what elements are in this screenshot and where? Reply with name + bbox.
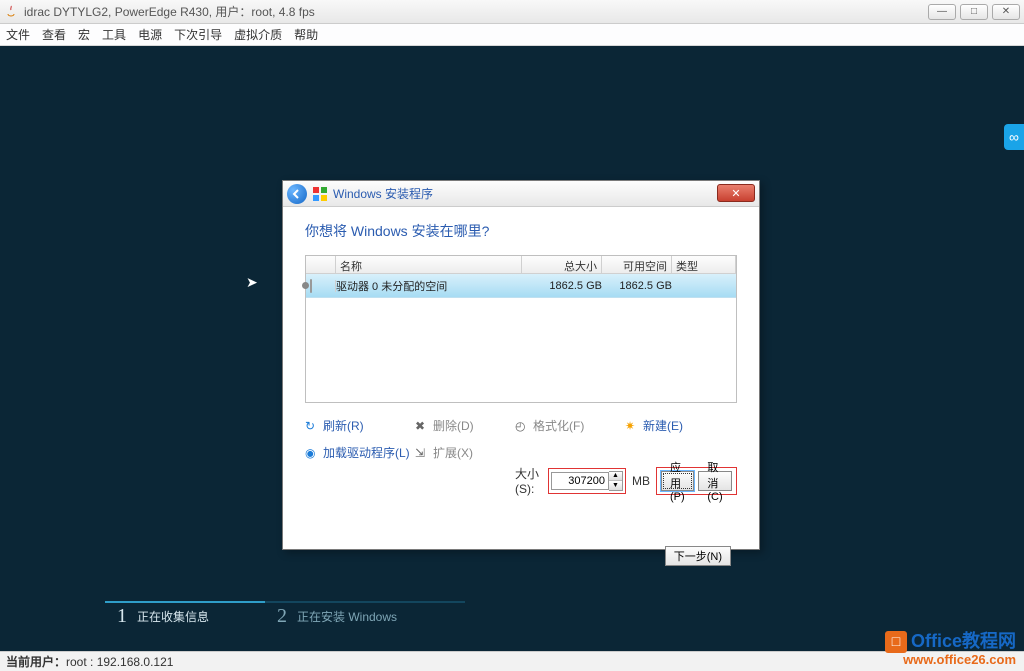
- close-button[interactable]: ✕: [992, 4, 1020, 20]
- side-tab[interactable]: ∞: [1004, 124, 1024, 150]
- idrac-menubar: 文件 查看 宏 工具 电源 下次引导 虚拟介质 帮助: [0, 24, 1024, 46]
- windows-flag-icon: [313, 187, 327, 201]
- back-button[interactable]: [287, 184, 307, 204]
- extend-icon: ⇲: [415, 446, 429, 460]
- idrac-titlebar: idrac DYTYLG2, PowerEdge R430, 用户：root, …: [0, 0, 1024, 24]
- size-row: 大小(S): ▲ ▼ MB 应用(P) 取消(C): [305, 465, 737, 496]
- watermark-line1: Office教程网: [911, 632, 1016, 652]
- windows-setup-dialog: Windows 安装程序 ✕ 你想将 Windows 安装在哪里? 名称 总大小…: [282, 180, 760, 550]
- extend-label: 扩展(X): [433, 444, 473, 461]
- load-driver-icon: ◉: [305, 446, 319, 460]
- step-1: 1 正在收集信息: [105, 601, 265, 629]
- new-label: 新建(E): [643, 417, 683, 434]
- delete-icon: ✖: [415, 419, 429, 433]
- size-input[interactable]: [551, 472, 609, 490]
- new-action[interactable]: ✷ 新建(E): [625, 417, 745, 434]
- menu-view[interactable]: 查看: [42, 26, 66, 43]
- size-label: 大小(S):: [515, 465, 542, 496]
- spin-down-icon[interactable]: ▼: [609, 481, 622, 490]
- menu-help[interactable]: 帮助: [294, 26, 318, 43]
- load-driver-label: 加载驱动程序(L): [323, 444, 410, 461]
- size-unit: MB: [632, 474, 650, 488]
- refresh-icon: ↻: [305, 419, 319, 433]
- menu-nextboot[interactable]: 下次引导: [174, 26, 222, 43]
- disk-free: 1862.5 GB: [602, 280, 672, 292]
- maximize-button[interactable]: □: [960, 4, 988, 20]
- apply-cancel-highlight: 应用(P) 取消(C): [656, 467, 737, 495]
- dialog-titlebar: Windows 安装程序 ✕: [283, 181, 759, 207]
- java-icon: [4, 5, 18, 19]
- menu-tools[interactable]: 工具: [102, 26, 126, 43]
- disk-name: 驱动器 0 未分配的空间: [336, 278, 522, 294]
- refresh-action[interactable]: ↻ 刷新(R): [305, 417, 415, 434]
- cancel-button[interactable]: 取消(C): [698, 471, 732, 491]
- size-input-highlight: ▲ ▼: [548, 468, 626, 494]
- disk-table-header: 名称 总大小 可用空间 类型: [306, 256, 736, 274]
- minimize-button[interactable]: —: [928, 4, 956, 20]
- dialog-title: Windows 安装程序: [333, 185, 433, 202]
- delete-action[interactable]: ✖ 删除(D): [415, 417, 515, 434]
- watermark-line2: www.office26.com: [885, 653, 1016, 667]
- watermark: □ Office教程网 www.office26.com: [885, 631, 1016, 667]
- col-name[interactable]: 名称: [336, 256, 522, 273]
- remote-console: ➤ Windows 安装程序 ✕ 你想将 Windows 安装在哪里? 名称 总…: [0, 46, 1024, 651]
- step-2-label: 正在安装 Windows: [297, 608, 397, 625]
- disk-total: 1862.5 GB: [522, 280, 602, 292]
- menu-macro[interactable]: 宏: [78, 26, 90, 43]
- mouse-cursor-icon: ➤: [246, 274, 258, 291]
- step-1-number: 1: [117, 605, 127, 628]
- size-spinner[interactable]: ▲ ▼: [609, 471, 623, 491]
- delete-label: 删除(D): [433, 417, 474, 434]
- install-steps: 1 正在收集信息 2 正在安装 Windows: [105, 601, 913, 629]
- col-free[interactable]: 可用空间: [602, 256, 672, 273]
- disk-actions: ↻ 刷新(R) ✖ 删除(D) ◴ 格式化(F) ✷ 新建(E) ◉ 加载驱: [305, 417, 737, 461]
- watermark-logo-icon: □: [885, 631, 907, 653]
- refresh-label: 刷新(R): [323, 417, 364, 434]
- format-icon: ◴: [515, 419, 529, 433]
- apply-button[interactable]: 应用(P): [661, 471, 694, 491]
- next-button[interactable]: 下一步(N): [665, 546, 731, 566]
- menu-virtualmedia[interactable]: 虚拟介质: [234, 26, 282, 43]
- hdd-icon: [310, 279, 312, 293]
- col-type[interactable]: 类型: [672, 256, 736, 273]
- dialog-question: 你想将 Windows 安装在哪里?: [305, 221, 737, 241]
- spin-up-icon[interactable]: ▲: [609, 472, 622, 482]
- status-value: root : 192.168.0.121: [66, 655, 173, 669]
- step-2-number: 2: [277, 605, 287, 628]
- idrac-title: idrac DYTYLG2, PowerEdge R430, 用户：root, …: [24, 3, 928, 20]
- load-driver-action[interactable]: ◉ 加载驱动程序(L): [305, 444, 415, 461]
- col-total[interactable]: 总大小: [522, 256, 602, 273]
- format-action[interactable]: ◴ 格式化(F): [515, 417, 625, 434]
- status-bar: 当前用户： root : 192.168.0.121: [0, 651, 1024, 671]
- disk-table: 名称 总大小 可用空间 类型 驱动器 0 未分配的空间 1862.5 GB 18…: [305, 255, 737, 403]
- new-icon: ✷: [625, 419, 639, 433]
- menu-power[interactable]: 电源: [138, 26, 162, 43]
- status-label: 当前用户：: [6, 653, 66, 670]
- disk-row-selected[interactable]: 驱动器 0 未分配的空间 1862.5 GB 1862.5 GB: [306, 274, 736, 298]
- extend-action[interactable]: ⇲ 扩展(X): [415, 444, 515, 461]
- step-1-label: 正在收集信息: [137, 608, 209, 625]
- step-2: 2 正在安装 Windows: [265, 601, 465, 629]
- dialog-close-button[interactable]: ✕: [717, 184, 755, 202]
- menu-file[interactable]: 文件: [6, 26, 30, 43]
- format-label: 格式化(F): [533, 417, 584, 434]
